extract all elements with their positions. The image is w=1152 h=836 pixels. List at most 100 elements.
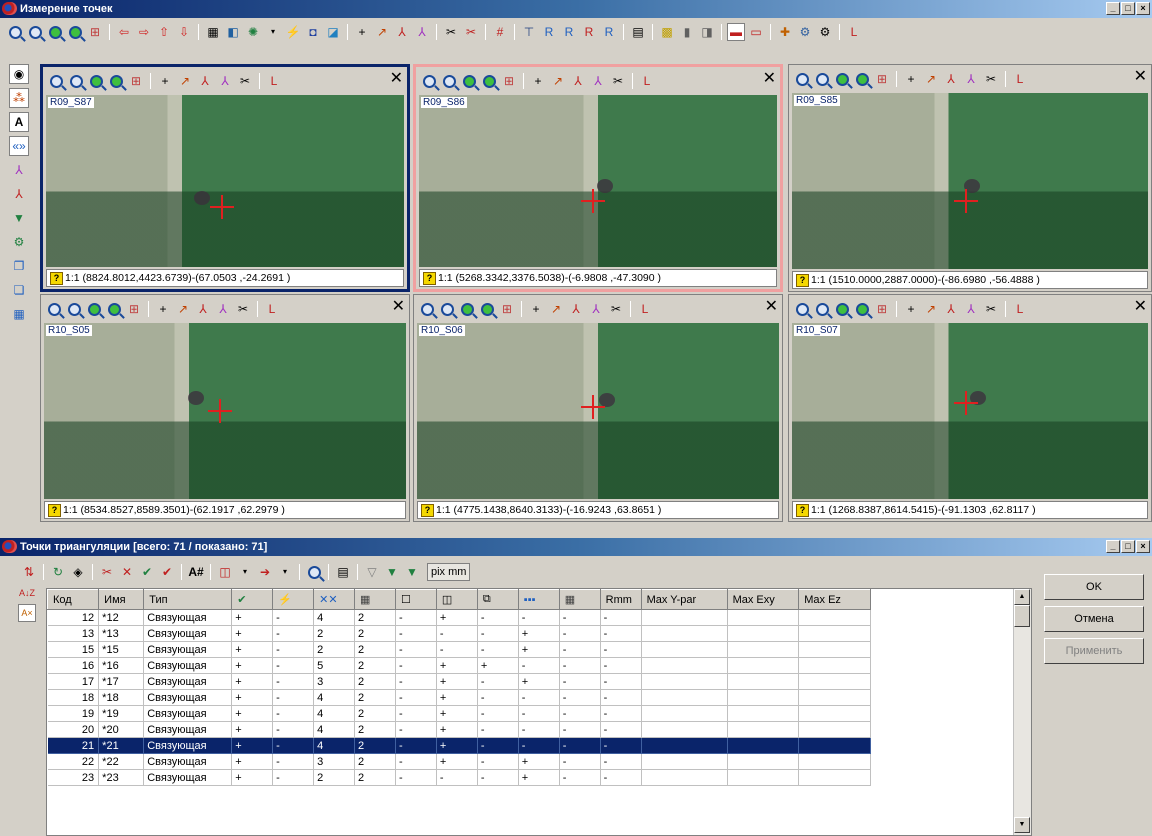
zoom-out-icon[interactable] — [65, 300, 83, 318]
delete-point-icon[interactable]: ✂ — [982, 300, 1000, 318]
zoom-fit-icon[interactable] — [85, 300, 103, 318]
delete-point-icon[interactable]: ✂ — [609, 72, 627, 90]
zoom-grid-icon[interactable]: ⊞ — [86, 23, 104, 41]
l-icon[interactable]: L — [1011, 300, 1029, 318]
l-icon[interactable]: L — [263, 300, 281, 318]
layout-tile-icon[interactable]: ◧ — [224, 23, 242, 41]
zoom-out-icon[interactable] — [26, 23, 44, 41]
zoom-grid-icon[interactable]: ⊞ — [498, 300, 516, 318]
zoom-in-icon[interactable] — [793, 70, 811, 88]
view-mode-icon[interactable]: ◉ — [9, 64, 29, 84]
r-icon[interactable]: R — [580, 23, 598, 41]
add-point-icon[interactable]: + — [353, 23, 371, 41]
column-header[interactable]: Max Ez — [798, 589, 871, 610]
check-red-icon[interactable]: ✔ — [158, 563, 176, 581]
link-mode-icon[interactable]: «» — [9, 136, 29, 156]
measure-mode-icon[interactable]: ⅄ — [9, 160, 29, 180]
column-header[interactable]: Max Exy — [726, 589, 800, 610]
delete-point-icon[interactable]: ✂ — [442, 23, 460, 41]
column-header[interactable]: ⚡ — [272, 589, 315, 610]
arrow-up-icon[interactable]: ⇧ — [155, 23, 173, 41]
satellite-icon[interactable]: ✺ — [244, 23, 262, 41]
filter-icon[interactable]: ▽ — [363, 563, 381, 581]
column-header[interactable]: Имя — [98, 589, 145, 610]
export-dropdown-icon[interactable]: ▾ — [276, 563, 294, 581]
aerial-image[interactable]: R10_S07 — [792, 323, 1148, 499]
image-viewport[interactable]: ⊞ + ↗ ⅄ ⅄ ✂ L ✕ R10_S07 1:1 (1268.8387,8… — [788, 294, 1152, 522]
table-row[interactable]: 21 *21 Связующая + -4 2- + - - - - — [47, 737, 871, 754]
sort-icon[interactable]: ⇅ — [20, 563, 38, 581]
zoom-in-icon[interactable] — [6, 23, 24, 41]
scroll-thumb[interactable] — [1014, 605, 1030, 627]
remove-icon[interactable]: ✕ — [118, 563, 136, 581]
correlate-all-icon[interactable]: R — [560, 23, 578, 41]
zoom-grid-icon[interactable]: ⊞ — [127, 72, 145, 90]
r-query-icon[interactable]: R — [600, 23, 618, 41]
grayscale-icon[interactable]: ▮ — [678, 23, 696, 41]
layout-grid-icon[interactable]: ▦ — [204, 23, 222, 41]
image-viewport[interactable]: ⊞ + ↗ ⅄ ⅄ ✂ L ✕ R10_S05 1:1 (8534.8527,8… — [40, 294, 410, 522]
table-row[interactable]: 19 *19 Связующая + -4 2- + - - - - — [47, 705, 871, 722]
image-icon[interactable]: ◪ — [324, 23, 342, 41]
filter-apply-icon[interactable]: ▼ — [383, 563, 401, 581]
zoom-window-icon[interactable] — [480, 72, 498, 90]
delete-point-icon[interactable]: ✂ — [607, 300, 625, 318]
import-icon[interactable]: ◫ — [216, 563, 234, 581]
sort-clear-icon[interactable]: A× — [18, 604, 36, 622]
maximize-button[interactable]: □ — [1121, 2, 1135, 15]
measure-point-alt-icon[interactable]: ⅄ — [413, 23, 431, 41]
zoom-window-icon[interactable] — [107, 72, 125, 90]
measure-point-icon[interactable]: ⅄ — [942, 300, 960, 318]
measure-point-icon[interactable]: ⅄ — [942, 70, 960, 88]
ok-button[interactable]: OK — [1044, 574, 1144, 600]
measure-point-alt-icon[interactable]: ⅄ — [589, 72, 607, 90]
export-icon[interactable]: ➔ — [256, 563, 274, 581]
zoom-window-icon[interactable] — [105, 300, 123, 318]
filter-mode-icon[interactable]: ▼ — [9, 208, 29, 228]
zoom-fit-icon[interactable] — [460, 72, 478, 90]
single-view-icon[interactable]: ▬ — [727, 23, 745, 41]
close-button[interactable]: × — [1136, 2, 1150, 15]
measure-point-icon[interactable]: ⅄ — [196, 72, 214, 90]
add-point-auto-icon[interactable]: ↗ — [922, 300, 940, 318]
aerial-image[interactable]: R10_S05 — [44, 323, 406, 499]
zoom-in-icon[interactable] — [418, 300, 436, 318]
delete-all-icon[interactable]: ✂ — [462, 23, 480, 41]
add-point-icon[interactable]: + — [156, 72, 174, 90]
zoom-fit-icon[interactable] — [458, 300, 476, 318]
measure-point-alt-icon[interactable]: ⅄ — [587, 300, 605, 318]
add-point-auto-icon[interactable]: ↗ — [922, 70, 940, 88]
table-scrollbar[interactable]: ▲ ▼ — [1013, 589, 1031, 835]
zoom-out-icon[interactable] — [67, 72, 85, 90]
delete-point-icon[interactable]: ✂ — [236, 72, 254, 90]
arrow-right-icon[interactable]: ⇨ — [135, 23, 153, 41]
table-row[interactable]: 12 *12 Связующая + -4 2- + - - - - — [47, 609, 871, 626]
add-point-icon[interactable]: + — [902, 70, 920, 88]
minimize-button[interactable]: _ — [1106, 2, 1120, 15]
add-point-auto-icon[interactable]: ↗ — [373, 23, 391, 41]
arrow-down-icon[interactable]: ⇩ — [175, 23, 193, 41]
zoom-window-icon[interactable] — [853, 70, 871, 88]
l-icon[interactable]: L — [845, 23, 863, 41]
apply-button[interactable]: Применить — [1044, 638, 1144, 664]
zoom-window-icon[interactable] — [66, 23, 84, 41]
refresh-icon[interactable]: ↻ — [49, 563, 67, 581]
measure-point-icon[interactable]: ⅄ — [393, 23, 411, 41]
measure-point-icon[interactable]: ⅄ — [567, 300, 585, 318]
contrast-icon[interactable]: ◨ — [698, 23, 716, 41]
l-icon[interactable]: L — [265, 72, 283, 90]
close-viewport-icon[interactable]: ✕ — [1134, 69, 1147, 85]
arrow-left-icon[interactable]: ⇦ — [115, 23, 133, 41]
close-viewport-icon[interactable]: ✕ — [390, 71, 403, 87]
l-icon[interactable]: L — [1011, 70, 1029, 88]
point-mode-icon[interactable]: ⁂ — [9, 88, 29, 108]
check-icon[interactable]: ✔ — [138, 563, 156, 581]
lightning-tool-icon[interactable]: ⚡ — [284, 23, 302, 41]
zoom-out-icon[interactable] — [440, 72, 458, 90]
column-header[interactable]: ✕✕ — [313, 589, 356, 610]
column-header[interactable]: ⧉ — [476, 589, 519, 610]
aerial-image[interactable]: R10_S06 — [417, 323, 779, 499]
points-window-titlebar[interactable]: Точки триангуляции [всего: 71 / показано… — [0, 538, 1152, 556]
tie-points-icon[interactable]: # — [491, 23, 509, 41]
column-header[interactable]: ◫ — [435, 589, 478, 610]
